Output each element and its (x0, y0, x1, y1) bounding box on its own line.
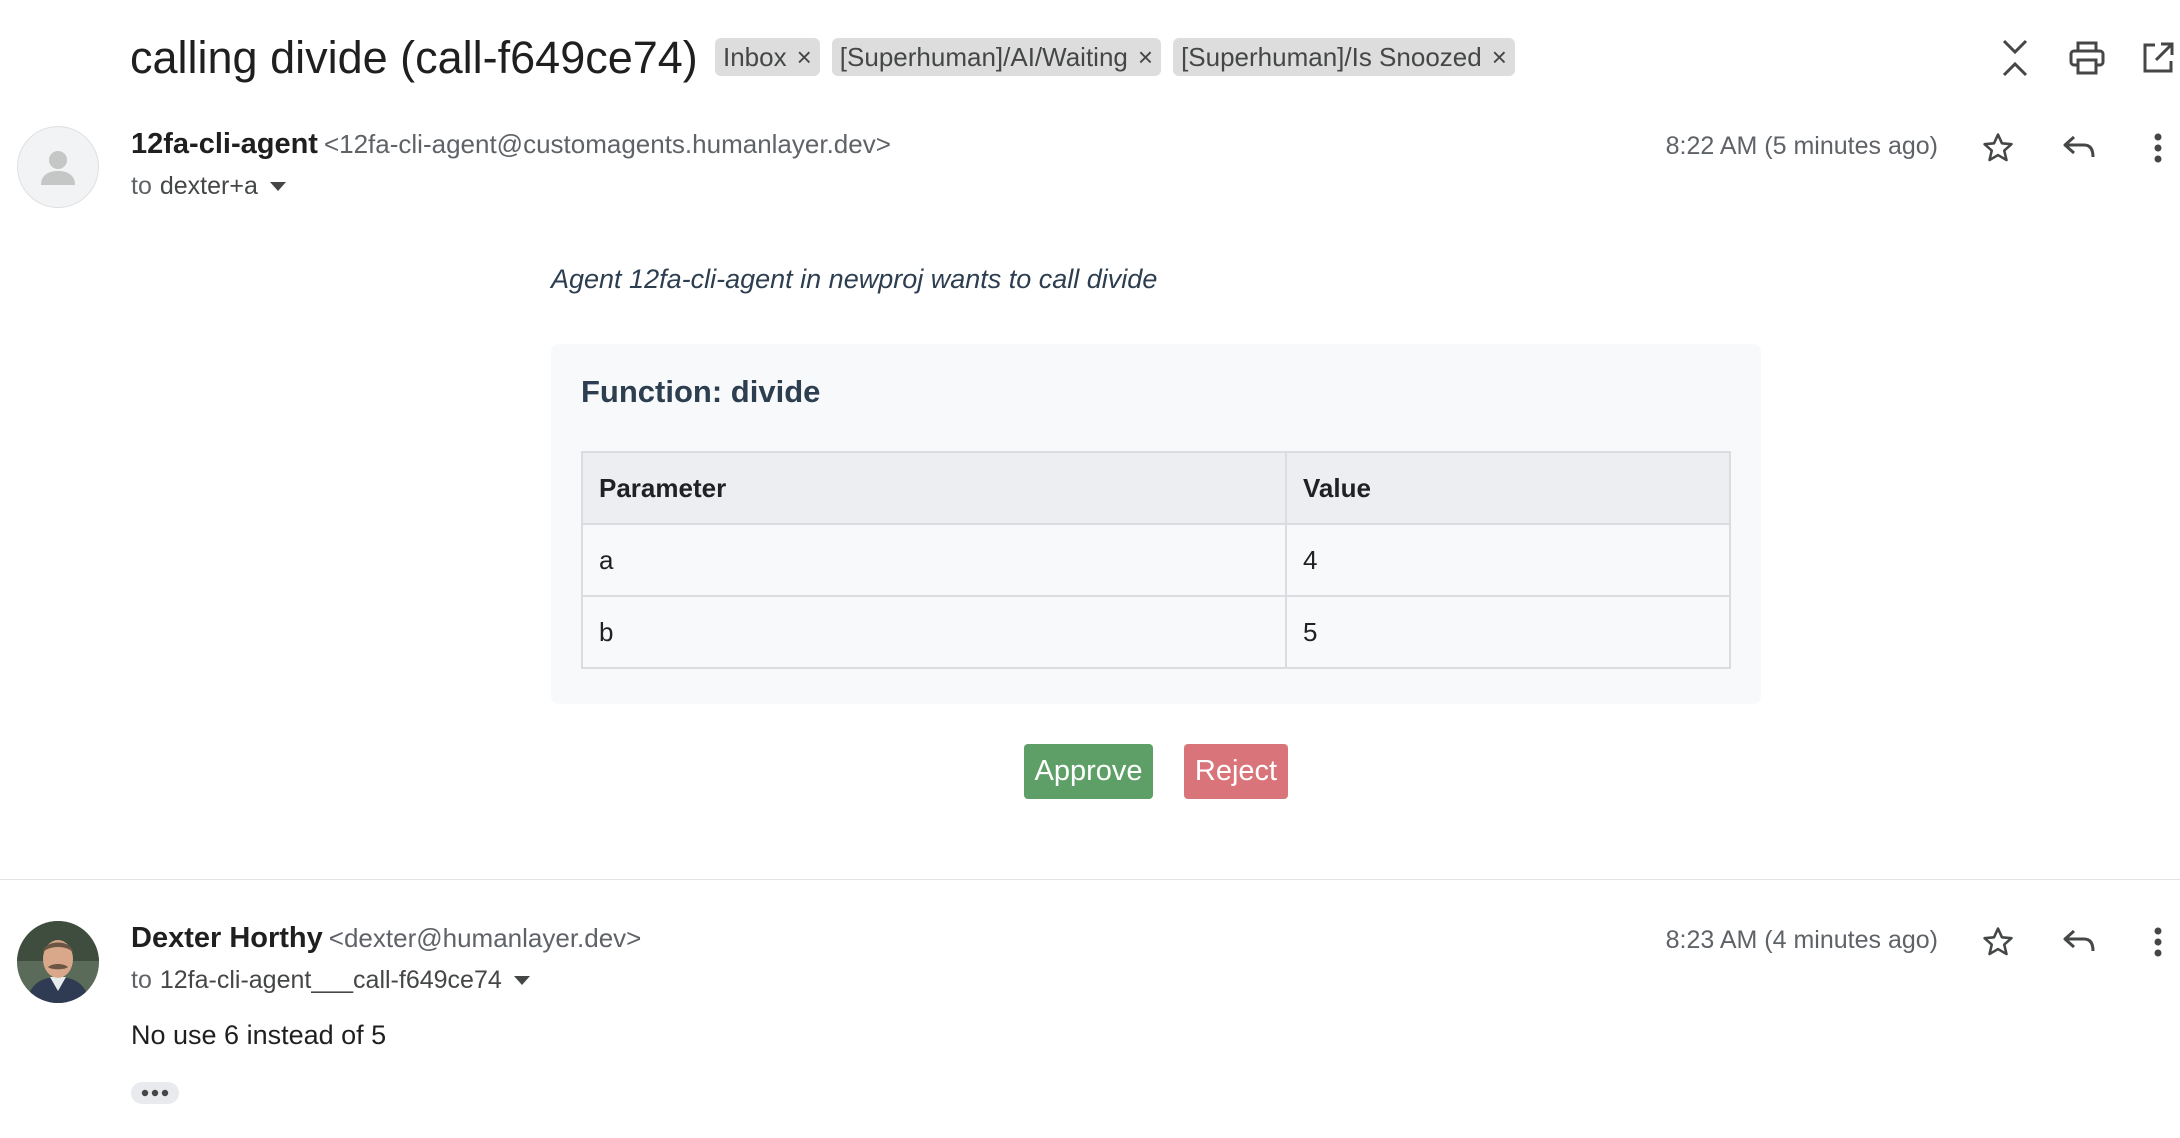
reply-icon[interactable] (2053, 122, 2105, 174)
more-options-icon[interactable] (2132, 122, 2180, 174)
label-name: Inbox (723, 41, 787, 72)
sender-line: Dexter Horthy <dexter@humanlayer.dev> (131, 922, 641, 955)
remove-label-icon[interactable]: × (1138, 44, 1153, 70)
label-chip-inbox[interactable]: Inbox × (715, 38, 820, 76)
to-label: to (131, 172, 152, 200)
table-row: a 4 (581, 523, 1731, 597)
star-icon[interactable] (1972, 122, 2024, 174)
avatar (17, 921, 99, 1003)
table-header-row: Parameter Value (581, 451, 1731, 525)
column-header-parameter: Parameter (581, 451, 1287, 525)
recipient: dexter+a (159, 172, 258, 200)
print-icon[interactable] (2059, 30, 2115, 86)
function-call-card: Function: divide Parameter Value a 4 b 5 (551, 344, 1761, 704)
chevron-down-icon[interactable] (269, 181, 286, 192)
open-in-new-window-icon[interactable] (2130, 30, 2180, 86)
value-cell: 4 (1285, 523, 1731, 597)
sender-email: <12fa-cli-agent@customagents.humanlayer.… (323, 129, 891, 159)
show-trimmed-content-icon[interactable] (131, 1082, 179, 1104)
avatar (17, 126, 99, 208)
remove-label-icon[interactable]: × (797, 44, 812, 70)
sender-name: 12fa-cli-agent (131, 128, 318, 160)
recipient: 12fa-cli-agent___call-f649ce74 (159, 966, 502, 994)
value-cell: 5 (1285, 595, 1731, 669)
parameter-cell: b (581, 595, 1287, 669)
collapse-all-icon[interactable] (1987, 30, 2043, 86)
recipient-line: to 12fa-cli-agent___call-f649ce74 (131, 966, 530, 995)
sender-email: <dexter@humanlayer.dev> (328, 923, 642, 953)
message-timestamp: 8:23 AM (4 minutes ago) (1665, 926, 1938, 954)
function-title: Function: divide (581, 374, 821, 409)
message-timestamp: 8:22 AM (5 minutes ago) (1665, 132, 1938, 160)
table-row: b 5 (581, 595, 1731, 669)
label-name: [Superhuman]/AI/Waiting (839, 41, 1128, 72)
reject-button[interactable]: Reject (1184, 744, 1288, 799)
label-chip-is-snoozed[interactable]: [Superhuman]/Is Snoozed × (1173, 38, 1515, 76)
label-chip-ai-waiting[interactable]: [Superhuman]/AI/Waiting × (831, 38, 1162, 76)
label-name: [Superhuman]/Is Snoozed (1181, 41, 1482, 72)
to-label: to (131, 966, 152, 994)
recipient-line: to dexter+a (131, 172, 286, 201)
label-list: Inbox × [Superhuman]/AI/Waiting × [Super… (715, 38, 1515, 76)
chevron-down-icon[interactable] (513, 975, 530, 986)
approve-button[interactable]: Approve (1024, 744, 1153, 799)
message-body: No use 6 instead of 5 (131, 1020, 387, 1050)
reply-icon[interactable] (2053, 916, 2105, 968)
more-options-icon[interactable] (2132, 916, 2180, 968)
profile-photo (17, 921, 99, 1003)
sender-name: Dexter Horthy (131, 922, 323, 954)
approval-intro-text: Agent 12fa-cli-agent in newproj wants to… (551, 264, 1158, 294)
star-icon[interactable] (1972, 916, 2024, 968)
person-icon (41, 151, 75, 185)
email-subject: calling divide (call-f649ce74) (130, 32, 698, 83)
message-divider (0, 879, 2180, 880)
parameter-table: Parameter Value a 4 b 5 (581, 451, 1731, 669)
remove-label-icon[interactable]: × (1492, 44, 1507, 70)
sender-line: 12fa-cli-agent <12fa-cli-agent@customagen… (131, 128, 891, 161)
column-header-value: Value (1285, 451, 1731, 525)
parameter-cell: a (581, 523, 1287, 597)
